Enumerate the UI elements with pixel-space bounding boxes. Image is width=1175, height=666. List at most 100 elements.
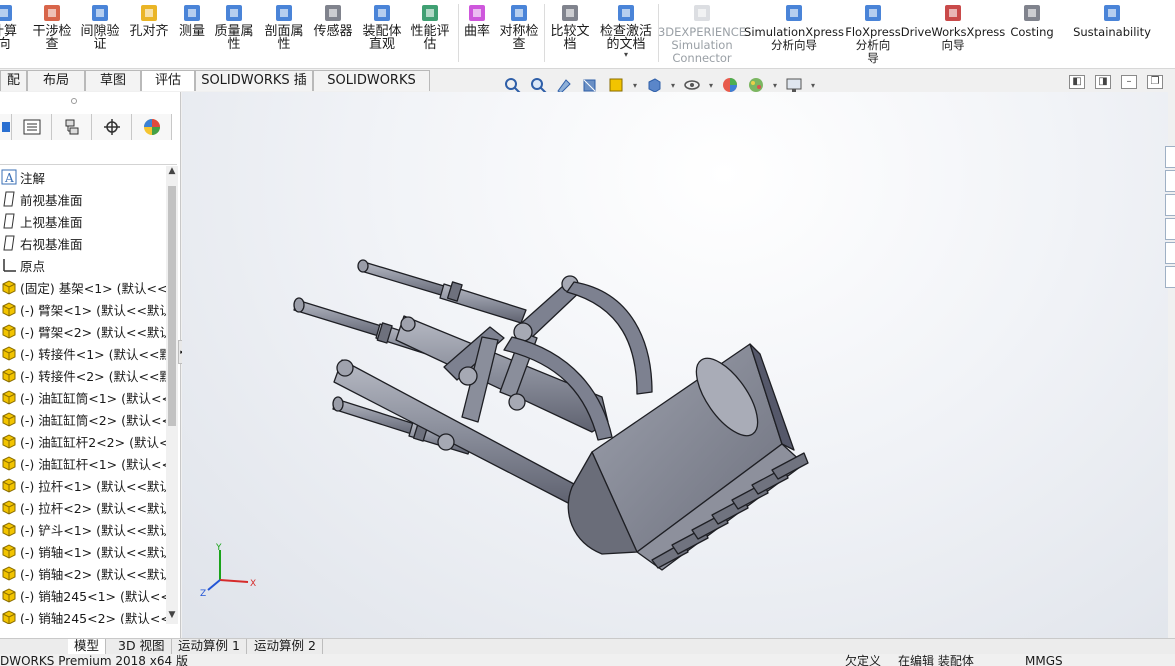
tree-item-component[interactable]: (-) 拉杆<1> (默认<<默认>	[0, 474, 166, 496]
status-units[interactable]: MMGS	[1025, 654, 1063, 666]
tab-layout[interactable]: 布局	[27, 70, 85, 91]
restore-left-icon[interactable]: ◧	[1069, 75, 1085, 89]
sensor-button[interactable]: 传感器	[311, 0, 355, 66]
restore-icon[interactable]: ❐	[1147, 75, 1163, 89]
compare-button[interactable]: 比较文 档	[548, 0, 592, 66]
settings-dropdown[interactable]: ▾	[808, 81, 818, 90]
appearance-dropdown[interactable]: ▾	[770, 81, 780, 90]
tree-item-reference[interactable]: 原点	[0, 254, 166, 276]
driveworks-button[interactable]: DriveWorksXpress 向导	[901, 0, 1005, 66]
view-dropdown[interactable]: ▾	[630, 81, 640, 90]
property-manager-tab[interactable]	[12, 114, 52, 140]
measure-button[interactable]: 测量	[174, 0, 210, 66]
orientation-dropdown[interactable]: ▾	[668, 81, 678, 90]
pane-grip-handle[interactable]	[71, 98, 77, 104]
tree-item-component[interactable]: (-) 销轴245<1> (默认<<默	[0, 584, 166, 606]
tree-item-component[interactable]: (-) 铲斗<1> (默认<<默认>	[0, 518, 166, 540]
graphics-area[interactable]: Y X Z	[182, 92, 1168, 638]
part-icon	[0, 388, 18, 406]
feature-tree-scrollbar[interactable]: ▲ ▼	[166, 166, 178, 624]
tree-item-reference[interactable]: 上视基准面	[0, 210, 166, 232]
hole-alignment-icon	[138, 2, 160, 24]
tree-item-component[interactable]: (-) 销轴<1> (默认<<默认>	[0, 540, 166, 562]
configuration-manager-tab[interactable]	[52, 114, 92, 140]
tree-item-component[interactable]: (-) 油缸缸杆<1> (默认<<默	[0, 452, 166, 474]
perf-eval-button[interactable]: 性能评 估	[408, 0, 452, 66]
ribbon-separator	[658, 4, 659, 62]
tree-item-component[interactable]: (-) 臂架<1> (默认<<默认>	[0, 298, 166, 320]
tree-item-label: (-) 转接件<1> (默认<<默认	[20, 346, 166, 362]
display-manager-tab[interactable]	[132, 114, 172, 140]
tab-solidworks-addins[interactable]: SOLIDWORKS 插件	[195, 70, 313, 108]
tree-item-component[interactable]: (-) 臂架<2> (默认<<默认>	[0, 320, 166, 342]
appearances-icon[interactable]	[1165, 242, 1175, 264]
tree-item-component[interactable]: (固定) 基架<1> (默认<<默	[0, 276, 166, 298]
assembly-visualization-icon	[371, 2, 393, 24]
display-dropdown[interactable]: ▾	[706, 81, 716, 90]
part-icon	[0, 564, 18, 582]
feature-tree-filter[interactable]	[0, 141, 177, 165]
design-library-icon[interactable]	[1165, 170, 1175, 192]
check-active-button[interactable]: 检查激活 的文档 ▾	[598, 0, 654, 66]
simxpress-button[interactable]: SimulationXpress 分析向导	[744, 0, 844, 66]
custom-properties-icon[interactable]	[1165, 266, 1175, 288]
tree-item-component[interactable]: (-) 油缸缸筒<1> (默认<<默	[0, 386, 166, 408]
part-icon	[0, 520, 18, 538]
tree-item-component[interactable]: (-) 油缸缸筒<2> (默认<<默	[0, 408, 166, 430]
tree-item-reference[interactable]: A 注解	[0, 166, 166, 188]
scroll-up-arrow[interactable]: ▲	[166, 166, 178, 180]
curvature-button[interactable]: 曲率	[460, 0, 494, 66]
tab-evaluate[interactable]: 评估	[141, 70, 195, 91]
tree-item-component[interactable]: (-) 拉杆<2> (默认<<默认>	[0, 496, 166, 518]
tab-solidworks-mbd[interactable]: SOLIDWORKS MBD	[313, 70, 430, 108]
tree-item-label: (-) 油缸缸杆2<2> (默认<<	[20, 434, 166, 450]
3dexp-button[interactable]: 3DEXPERIENCE Simulation Connector	[658, 0, 746, 66]
part-icon	[0, 586, 18, 604]
symmetry-button[interactable]: 对称检 查	[497, 0, 541, 66]
minimize-icon[interactable]: –	[1121, 75, 1137, 89]
feature-manager-tab[interactable]	[0, 114, 12, 140]
tree-item-component[interactable]: (-) 销轴245<2> (默认<<默	[0, 606, 166, 624]
restore-right-icon[interactable]: ◨	[1095, 75, 1111, 89]
tree-item-component[interactable]: (-) 转接件<2> (默认<<默认	[0, 364, 166, 386]
view-palette-icon[interactable]	[1165, 218, 1175, 240]
tab-3d-view[interactable]: 3D 视图	[112, 639, 172, 654]
mass-props-button[interactable]: 质量属 性	[212, 0, 256, 66]
file-explorer-icon[interactable]	[1165, 194, 1175, 216]
ribbon-button-label: FloXpress 分析向 导	[845, 25, 901, 65]
scroll-thumb[interactable]	[168, 186, 176, 426]
ribbon-button-label: 传感器	[313, 24, 353, 39]
ribbon-button-label: 孔对齐	[129, 24, 169, 39]
ribbon-button-label: 对称检 查	[499, 24, 539, 52]
interference-button[interactable]: 干涉检 查	[30, 0, 74, 66]
tree-item-reference[interactable]: 右视基准面	[0, 232, 166, 254]
ribbon-button-label: 计算 向	[0, 24, 17, 52]
tree-item-label: 上视基准面	[20, 214, 83, 230]
tree-item-component[interactable]: (-) 转接件<1> (默认<<默认	[0, 342, 166, 364]
hole-align-button[interactable]: 孔对齐	[128, 0, 170, 66]
scroll-down-arrow[interactable]: ▼	[166, 610, 178, 624]
loader-assembly-model[interactable]	[182, 92, 1168, 638]
assembly-visual-button[interactable]: 装配体 直观	[360, 0, 404, 66]
clearance-button[interactable]: 间隙验 证	[79, 0, 121, 66]
tab-model[interactable]: 模型	[68, 639, 107, 654]
sustainability-button[interactable]: Sustainability	[1073, 0, 1151, 66]
tab-assembly[interactable]: 配体	[0, 70, 27, 108]
floxpress-button[interactable]: FloXpress 分析向 导	[844, 0, 902, 66]
tree-item-reference[interactable]: 前视基准面	[0, 188, 166, 210]
check-active-dropdown-arrow[interactable]: ▾	[624, 51, 628, 59]
tab-sketch[interactable]: 草图	[85, 70, 141, 91]
3dexperience-icon	[691, 2, 713, 24]
tree-item-component[interactable]: (-) 油缸缸杆2<2> (默认<<	[0, 430, 166, 452]
ribbon-button-label: DriveWorksXpress 向导	[900, 25, 1006, 52]
dimxpert-manager-tab[interactable]	[92, 114, 132, 140]
tree-item-label: 注解	[20, 170, 46, 186]
status-product: DWORKS Premium 2018 x64 版	[0, 654, 188, 666]
tab-motion-study-2[interactable]: 运动算例 2	[248, 639, 323, 654]
solidworks-resources-icon[interactable]	[1165, 146, 1175, 168]
section-props-button[interactable]: 剖面属 性	[262, 0, 306, 66]
tab-motion-study-1[interactable]: 运动算例 1	[172, 639, 247, 654]
calc-button[interactable]: 计算 向	[0, 0, 20, 66]
costing-button[interactable]: Costing	[1010, 0, 1054, 66]
tree-item-component[interactable]: (-) 销轴<2> (默认<<默认>	[0, 562, 166, 584]
